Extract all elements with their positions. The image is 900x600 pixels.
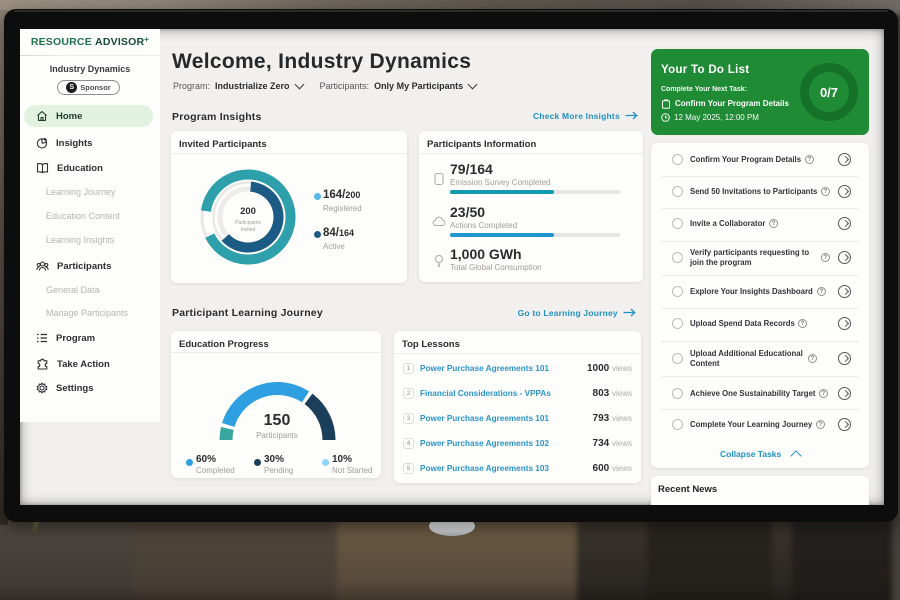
- svg-text:Participants: Participants: [235, 220, 262, 226]
- svg-text:200: 200: [240, 206, 256, 217]
- svg-text:Invited: Invited: [241, 227, 256, 233]
